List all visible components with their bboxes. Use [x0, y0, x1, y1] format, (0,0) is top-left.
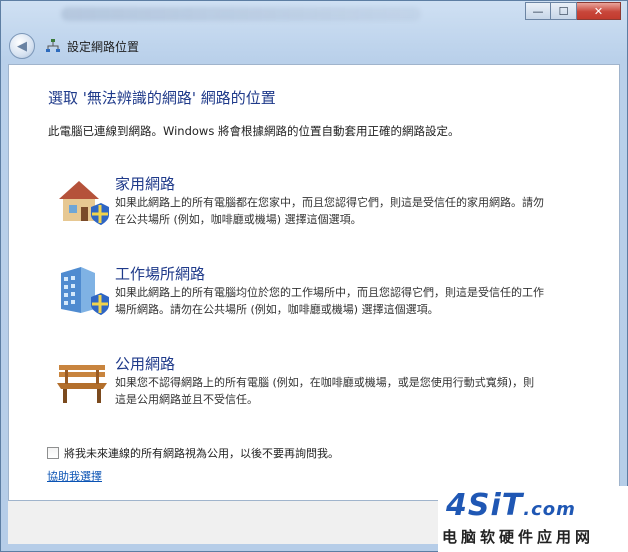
close-button[interactable]: ✕	[577, 2, 621, 20]
window-controls: — ☐ ✕	[525, 2, 621, 20]
public-network-icon	[57, 365, 107, 403]
watermark: 4SiT.com 电脑软硬件应用网	[438, 486, 628, 552]
option-title[interactable]: 公用網路	[115, 353, 175, 374]
option-description: 如果此網路上的所有電腦均位於您的工作場所中，而且您認得它們，則這是受信任的工作場…	[115, 286, 544, 316]
option-description: 如果此網路上的所有電腦都在您家中，而且您認得它們，則這是受信任的家用網路。請勿在…	[115, 196, 544, 226]
work-network-icon	[61, 267, 109, 315]
maximize-button[interactable]: ☐	[551, 2, 577, 20]
minimize-button[interactable]: —	[525, 2, 551, 20]
back-arrow-icon: ◀	[17, 38, 27, 54]
treat-public-checkbox[interactable]	[47, 447, 59, 459]
page-heading: 選取 '無法辨識的網路' 網路的位置	[48, 89, 276, 107]
window-title: 設定網路位置	[67, 39, 140, 54]
intro-text: 此電腦已連線到網路。Windows 將會根據網路的位置自動套用正確的網路設定。	[48, 124, 460, 138]
option-public-network[interactable]: 公用網路 如果您不認得網路上的所有電腦 (例如，在咖啡廳或機場，或是您使用行動式…	[55, 353, 575, 417]
home-network-icon	[59, 181, 109, 225]
option-home-network[interactable]: 家用網路 如果此網路上的所有電腦都在您家中，而且您認得它們，則這是受信任的家用網…	[55, 173, 575, 237]
blurred-title-area	[61, 7, 421, 21]
content-panel: 選取 '無法辨識的網路' 網路的位置 此電腦已連線到網路。Windows 將會根…	[8, 64, 620, 501]
navigation-bar: ◀ 設定網路位置	[9, 31, 139, 61]
option-title[interactable]: 工作場所網路	[115, 263, 205, 284]
option-title[interactable]: 家用網路	[115, 173, 175, 194]
help-me-choose-link[interactable]: 協助我選擇	[47, 468, 102, 484]
option-description: 如果您不認得網路上的所有電腦 (例如，在咖啡廳或機場，或是您使用行動式寬頻)，則…	[115, 376, 535, 406]
option-work-network[interactable]: 工作場所網路 如果此網路上的所有電腦均位於您的工作場所中，而且您認得它們，則這是…	[55, 263, 575, 327]
watermark-logo: 4SiT.com	[446, 488, 576, 523]
watermark-subtitle: 电脑软硬件应用网	[442, 528, 595, 546]
checkbox-label[interactable]: 將我未來連線的所有網路視為公用，以後不要再詢問我。	[64, 445, 339, 461]
treat-future-networks-public-row[interactable]: 將我未來連線的所有網路視為公用，以後不要再詢問我。	[47, 445, 339, 461]
back-button[interactable]: ◀	[9, 33, 35, 59]
network-icon	[46, 39, 60, 52]
